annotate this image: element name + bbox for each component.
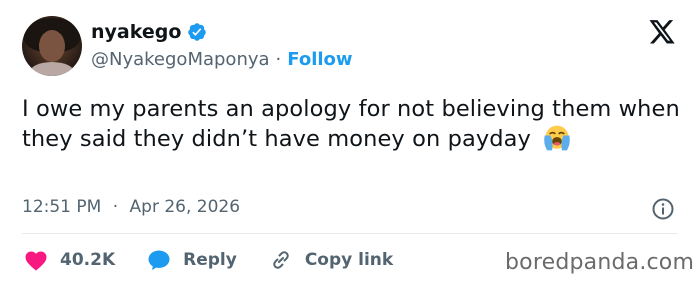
- follow-button[interactable]: Follow: [287, 49, 352, 70]
- x-logo-icon[interactable]: [648, 20, 676, 46]
- reply-button[interactable]: Reply: [147, 249, 237, 271]
- loudly-crying-face-icon: [544, 125, 571, 151]
- tweet-timestamp[interactable]: 12:51 PM · Apr 26, 2026: [22, 197, 240, 217]
- verified-badge-icon: [188, 23, 207, 41]
- tweet-time: 12:51 PM: [22, 197, 102, 217]
- heart-icon: [25, 251, 47, 271]
- watermark: boredpanda.com: [505, 250, 695, 275]
- tweet-body: I owe my parents an apology for not beli…: [22, 96, 680, 152]
- info-icon[interactable]: [651, 197, 675, 221]
- like-button[interactable]: 40.2K: [24, 249, 115, 271]
- divider: [22, 233, 678, 234]
- author-handle-row: @NyakegoMaponya · Follow: [91, 49, 353, 70]
- copy-link-label: Copy link: [304, 250, 394, 270]
- tweet-text: I owe my parents an apology for not beli…: [22, 94, 682, 154]
- timestamp-separator: ·: [112, 197, 119, 217]
- author-handle[interactable]: @NyakegoMaponya: [91, 49, 270, 70]
- avatar[interactable]: [22, 16, 82, 76]
- action-bar: 40.2K Reply Copy link: [24, 248, 425, 272]
- reply-label: Reply: [183, 250, 237, 270]
- handle-separator: ·: [275, 49, 282, 70]
- author-name-row: nyakego: [91, 21, 207, 43]
- author-display-name[interactable]: nyakego: [91, 21, 181, 43]
- tweet-date: Apr 26, 2026: [129, 197, 241, 217]
- reply-bubble-icon: [148, 250, 170, 270]
- copy-link-button[interactable]: Copy link: [269, 248, 393, 272]
- like-count: 40.2K: [60, 250, 116, 270]
- link-icon: [273, 251, 289, 269]
